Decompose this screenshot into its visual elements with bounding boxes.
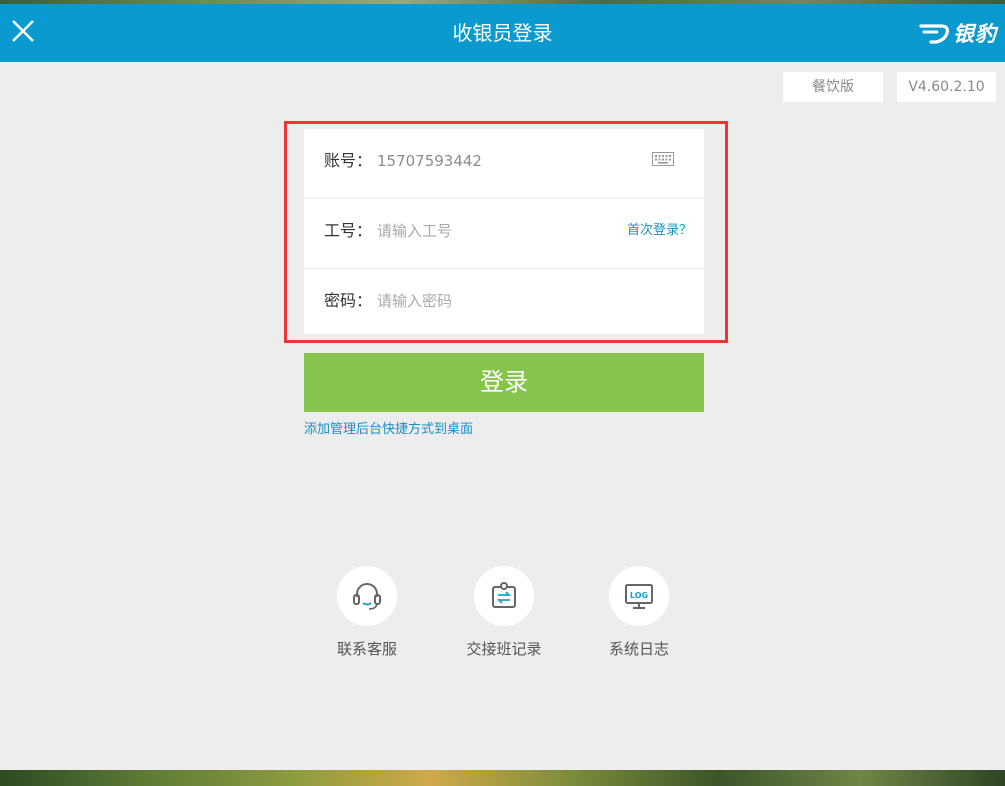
account-field[interactable]: 15707593442 bbox=[377, 129, 482, 199]
keyboard-icon[interactable] bbox=[652, 151, 674, 166]
background-strip-bottom bbox=[0, 770, 1005, 786]
headset-icon bbox=[337, 566, 397, 626]
svg-text:LOG: LOG bbox=[630, 591, 648, 600]
contact-support-button[interactable]: 联系客服 bbox=[307, 566, 427, 659]
contact-support-label: 联系客服 bbox=[336, 640, 397, 658]
system-log-label: 系统日志 bbox=[608, 640, 669, 658]
brand-logo: 银豹 bbox=[919, 16, 997, 50]
password-label: 密码： bbox=[324, 291, 373, 310]
first-login-link[interactable]: 首次登录？ bbox=[627, 199, 692, 269]
account-row[interactable]: 账号： 15707593442 bbox=[304, 129, 704, 199]
edition-badge: 餐饮版 bbox=[783, 72, 883, 102]
shift-record-label: 交接班记录 bbox=[466, 640, 542, 658]
shift-handover-icon bbox=[474, 566, 534, 626]
account-label: 账号： bbox=[324, 151, 373, 170]
leopard-logo-icon bbox=[919, 24, 949, 44]
version-badge: V4.60.2.10 bbox=[897, 72, 996, 102]
title-bar: 收银员登录 银豹 bbox=[0, 4, 1005, 62]
employee-id-row[interactable]: 工号： 请输入工号 首次登录？ bbox=[304, 199, 704, 269]
add-shortcut-link[interactable]: 添加管理后台快捷方式到桌面 bbox=[304, 418, 473, 437]
log-monitor-icon: LOG bbox=[609, 566, 669, 626]
system-log-button[interactable]: LOG 系统日志 bbox=[579, 566, 699, 659]
shift-record-button[interactable]: 交接班记录 bbox=[444, 566, 564, 659]
employee-id-label: 工号： bbox=[324, 221, 373, 240]
login-button[interactable]: 登录 bbox=[304, 353, 704, 412]
brand-name: 银豹 bbox=[953, 22, 997, 46]
password-field[interactable]: 请输入密码 bbox=[377, 269, 452, 339]
login-form: 账号： 15707593442 工号： 请输入工号 首次登录？ 密码： 请输入密… bbox=[304, 129, 704, 334]
employee-id-field[interactable]: 请输入工号 bbox=[377, 199, 452, 269]
login-form-highlight: 账号： 15707593442 工号： 请输入工号 首次登录？ 密码： 请输入密… bbox=[284, 121, 728, 343]
page-title: 收银员登录 bbox=[452, 21, 553, 45]
password-row[interactable]: 密码： 请输入密码 bbox=[304, 269, 704, 339]
